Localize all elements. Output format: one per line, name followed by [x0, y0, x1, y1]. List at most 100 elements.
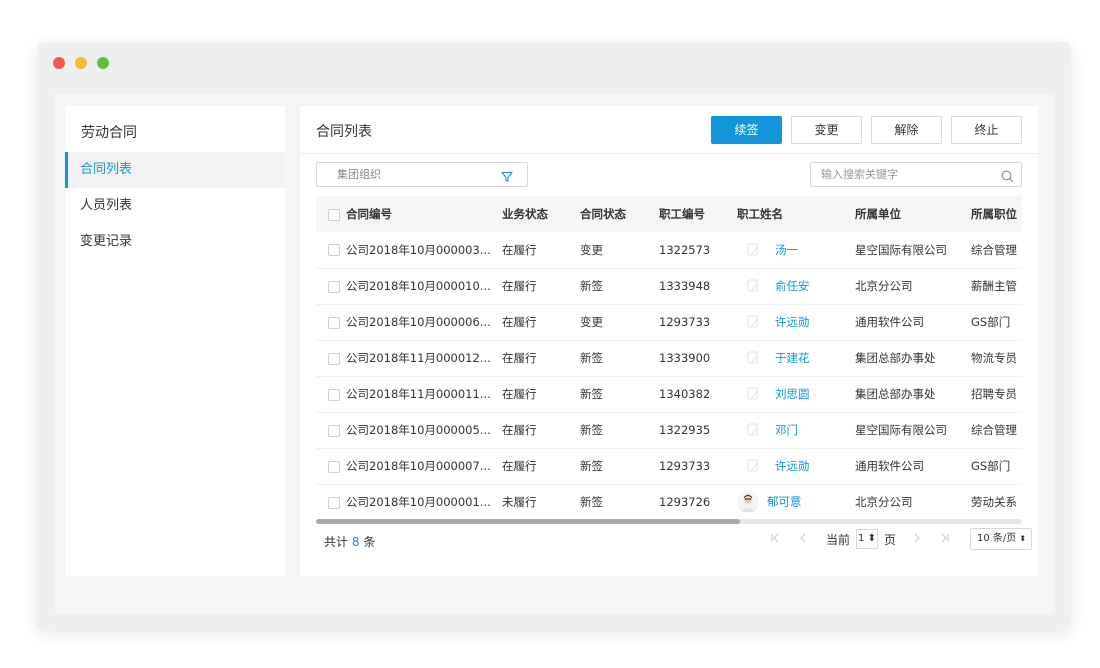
total-count: 共计 8 条 — [324, 533, 375, 550]
change-button[interactable]: 变更 — [791, 116, 862, 144]
emp-name-cell: 许远勋 — [737, 304, 855, 340]
current-page-stepper[interactable]: 1 ⬍ — [856, 529, 879, 549]
filter-icon[interactable] — [501, 168, 513, 191]
row-checkbox[interactable] — [328, 280, 340, 293]
position-cell: 综合管理 — [971, 242, 1017, 257]
row-checkbox[interactable] — [328, 496, 340, 509]
emp-name-link[interactable]: 于建花 — [775, 351, 810, 365]
row-select-cell — [316, 304, 346, 340]
row-checkbox[interactable] — [328, 388, 340, 401]
main-panel: 合同列表 续签 变更 解除 终止 集团组织 输入搜索关键字 合同编号 业务状态 … — [300, 106, 1038, 576]
emp-name-link[interactable]: 刘思圆 — [775, 387, 810, 401]
minimize-window-button[interactable] — [75, 57, 87, 69]
row-select-cell — [316, 412, 346, 448]
header-emp-name[interactable]: 职工姓名 — [737, 196, 855, 232]
last-page-icon[interactable] — [940, 532, 950, 546]
position-cell: 物流专员 — [971, 351, 1017, 365]
page-size-select[interactable]: 10 条/页 ⬍ — [970, 528, 1033, 550]
biz-status-cell: 在履行 — [502, 279, 537, 293]
table-row[interactable]: 公司2018年10月000003... 在履行 变更 1322573 汤一 星空国际有限公… — [316, 232, 1022, 268]
row-select-cell — [316, 484, 346, 516]
scrollbar-thumb[interactable] — [316, 519, 740, 524]
row-checkbox[interactable] — [328, 316, 340, 329]
emp-name-link[interactable]: 俞任安 — [775, 279, 810, 293]
group-org-filter[interactable]: 集团组织 — [316, 162, 528, 187]
renew-button[interactable]: 续签 — [711, 116, 782, 144]
biz-status-cell: 在履行 — [502, 423, 537, 437]
unit-cell: 通用软件公司 — [855, 315, 924, 329]
app-window: 劳动合同 合同列表 人员列表 变更记录 合同列表 续签 变更 解除 终止 集团组… — [37, 42, 1071, 630]
row-checkbox[interactable] — [328, 424, 340, 437]
header-emp-no[interactable]: 职工编号 — [659, 196, 737, 232]
unit-cell: 星空国际有限公司 — [855, 423, 947, 437]
unit-cell: 通用软件公司 — [855, 459, 924, 473]
filter-placeholder: 集团组织 — [337, 168, 381, 181]
page-suffix: 页 — [884, 532, 897, 547]
sidebar-item-label: 变更记录 — [80, 234, 133, 249]
table-row[interactable]: 公司2018年11月000012... 在履行 新签 1333900 于建花 集团总部办事… — [316, 340, 1022, 376]
header-contract-status[interactable]: 合同状态 — [580, 196, 659, 232]
row-select-cell — [316, 376, 346, 412]
emp-no-cell: 1322935 — [659, 423, 711, 437]
biz-status-cell: 未履行 — [502, 495, 537, 509]
row-checkbox[interactable] — [328, 244, 340, 257]
header-biz-status[interactable]: 业务状态 — [502, 196, 580, 232]
table-row[interactable]: 公司2018年10月000007... 在履行 新签 1293733 许远勋 通用软件公司… — [316, 448, 1022, 484]
horizontal-scrollbar[interactable] — [316, 519, 1022, 524]
emp-name-cell: 汤一 — [737, 232, 855, 268]
search-icon[interactable] — [1001, 168, 1014, 187]
select-arrow-icon: ⬍ — [1019, 534, 1027, 543]
table-row[interactable]: 公司2018年11月000011... 在履行 新签 1340382 刘思圆 集团总部办事… — [316, 376, 1022, 412]
row-checkbox[interactable] — [328, 352, 340, 365]
terminate-button[interactable]: 终止 — [951, 116, 1022, 144]
table-row[interactable]: 公司2018年10月000005... 在履行 新签 1322935 邓门 星空国际有限公… — [316, 412, 1022, 448]
table-row[interactable]: 公司2018年10月000001... 未履行 新签 1293726 郁可意 北京分公司 劳… — [316, 484, 1022, 516]
emp-name-link[interactable]: 邓门 — [775, 423, 798, 437]
select-all-checkbox[interactable] — [328, 208, 340, 221]
sidebar-item-staff-list[interactable]: 人员列表 — [65, 188, 285, 224]
header-unit[interactable]: 所属单位 — [855, 196, 971, 232]
biz-status-cell: 在履行 — [502, 242, 537, 257]
emp-no-cell: 1293733 — [659, 459, 711, 473]
row-select-cell — [316, 232, 346, 268]
sidebar-item-label: 合同列表 — [80, 162, 133, 177]
current-page-value: 1 — [858, 533, 865, 544]
emp-name-link[interactable]: 郁可意 — [767, 495, 802, 509]
maximize-window-button[interactable] — [97, 57, 109, 69]
emp-name-cell: 俞任安 — [737, 268, 855, 304]
emp-name-link[interactable]: 许远勋 — [775, 315, 810, 329]
emp-name-cell: 郁可意 — [737, 484, 855, 516]
sidebar-item-contract-list[interactable]: 合同列表 — [65, 152, 285, 188]
table-row[interactable]: 公司2018年10月000010... 在履行 新签 1333948 俞任安 北京分公司 薪… — [316, 268, 1022, 304]
contract-no-cell: 公司2018年11月000012... — [346, 351, 491, 365]
release-button[interactable]: 解除 — [871, 116, 942, 144]
search-input[interactable] — [811, 163, 981, 186]
emp-name-link[interactable]: 许远勋 — [775, 459, 810, 473]
sidebar-item-label: 人员列表 — [80, 198, 133, 213]
position-cell: 综合管理 — [971, 423, 1017, 437]
emp-name-link[interactable]: 汤一 — [775, 243, 798, 257]
next-page-icon[interactable] — [912, 532, 922, 546]
main-header: 合同列表 续签 变更 解除 终止 — [300, 106, 1038, 154]
emp-name-cell: 许远勋 — [737, 448, 855, 484]
contract-status-cell: 新签 — [580, 495, 603, 509]
contract-no-cell: 公司2018年10月000003... — [346, 242, 491, 257]
emp-no-cell: 1293733 — [659, 315, 711, 329]
prev-page-icon[interactable] — [798, 532, 808, 546]
table-row[interactable]: 公司2018年10月000006... 在履行 变更 1293733 许远勋 通用软件公司… — [316, 304, 1022, 340]
biz-status-cell: 在履行 — [502, 315, 537, 329]
header-position[interactable]: 所属职位 — [971, 196, 1022, 232]
first-page-icon[interactable] — [770, 532, 780, 546]
contract-status-cell: 新签 — [580, 459, 603, 473]
close-window-button[interactable] — [53, 57, 65, 69]
position-cell: GS部门 — [971, 459, 1011, 473]
header-contract-no[interactable]: 合同编号 — [346, 196, 502, 232]
contract-status-cell: 变更 — [580, 242, 603, 257]
page-title: 合同列表 — [316, 124, 372, 140]
total-prefix: 共计 — [324, 535, 349, 549]
window-controls — [53, 57, 109, 69]
sidebar-item-change-records[interactable]: 变更记录 — [65, 224, 285, 260]
row-checkbox[interactable] — [328, 460, 340, 473]
row-select-cell — [316, 268, 346, 304]
contract-no-cell: 公司2018年11月000011... — [346, 387, 491, 401]
